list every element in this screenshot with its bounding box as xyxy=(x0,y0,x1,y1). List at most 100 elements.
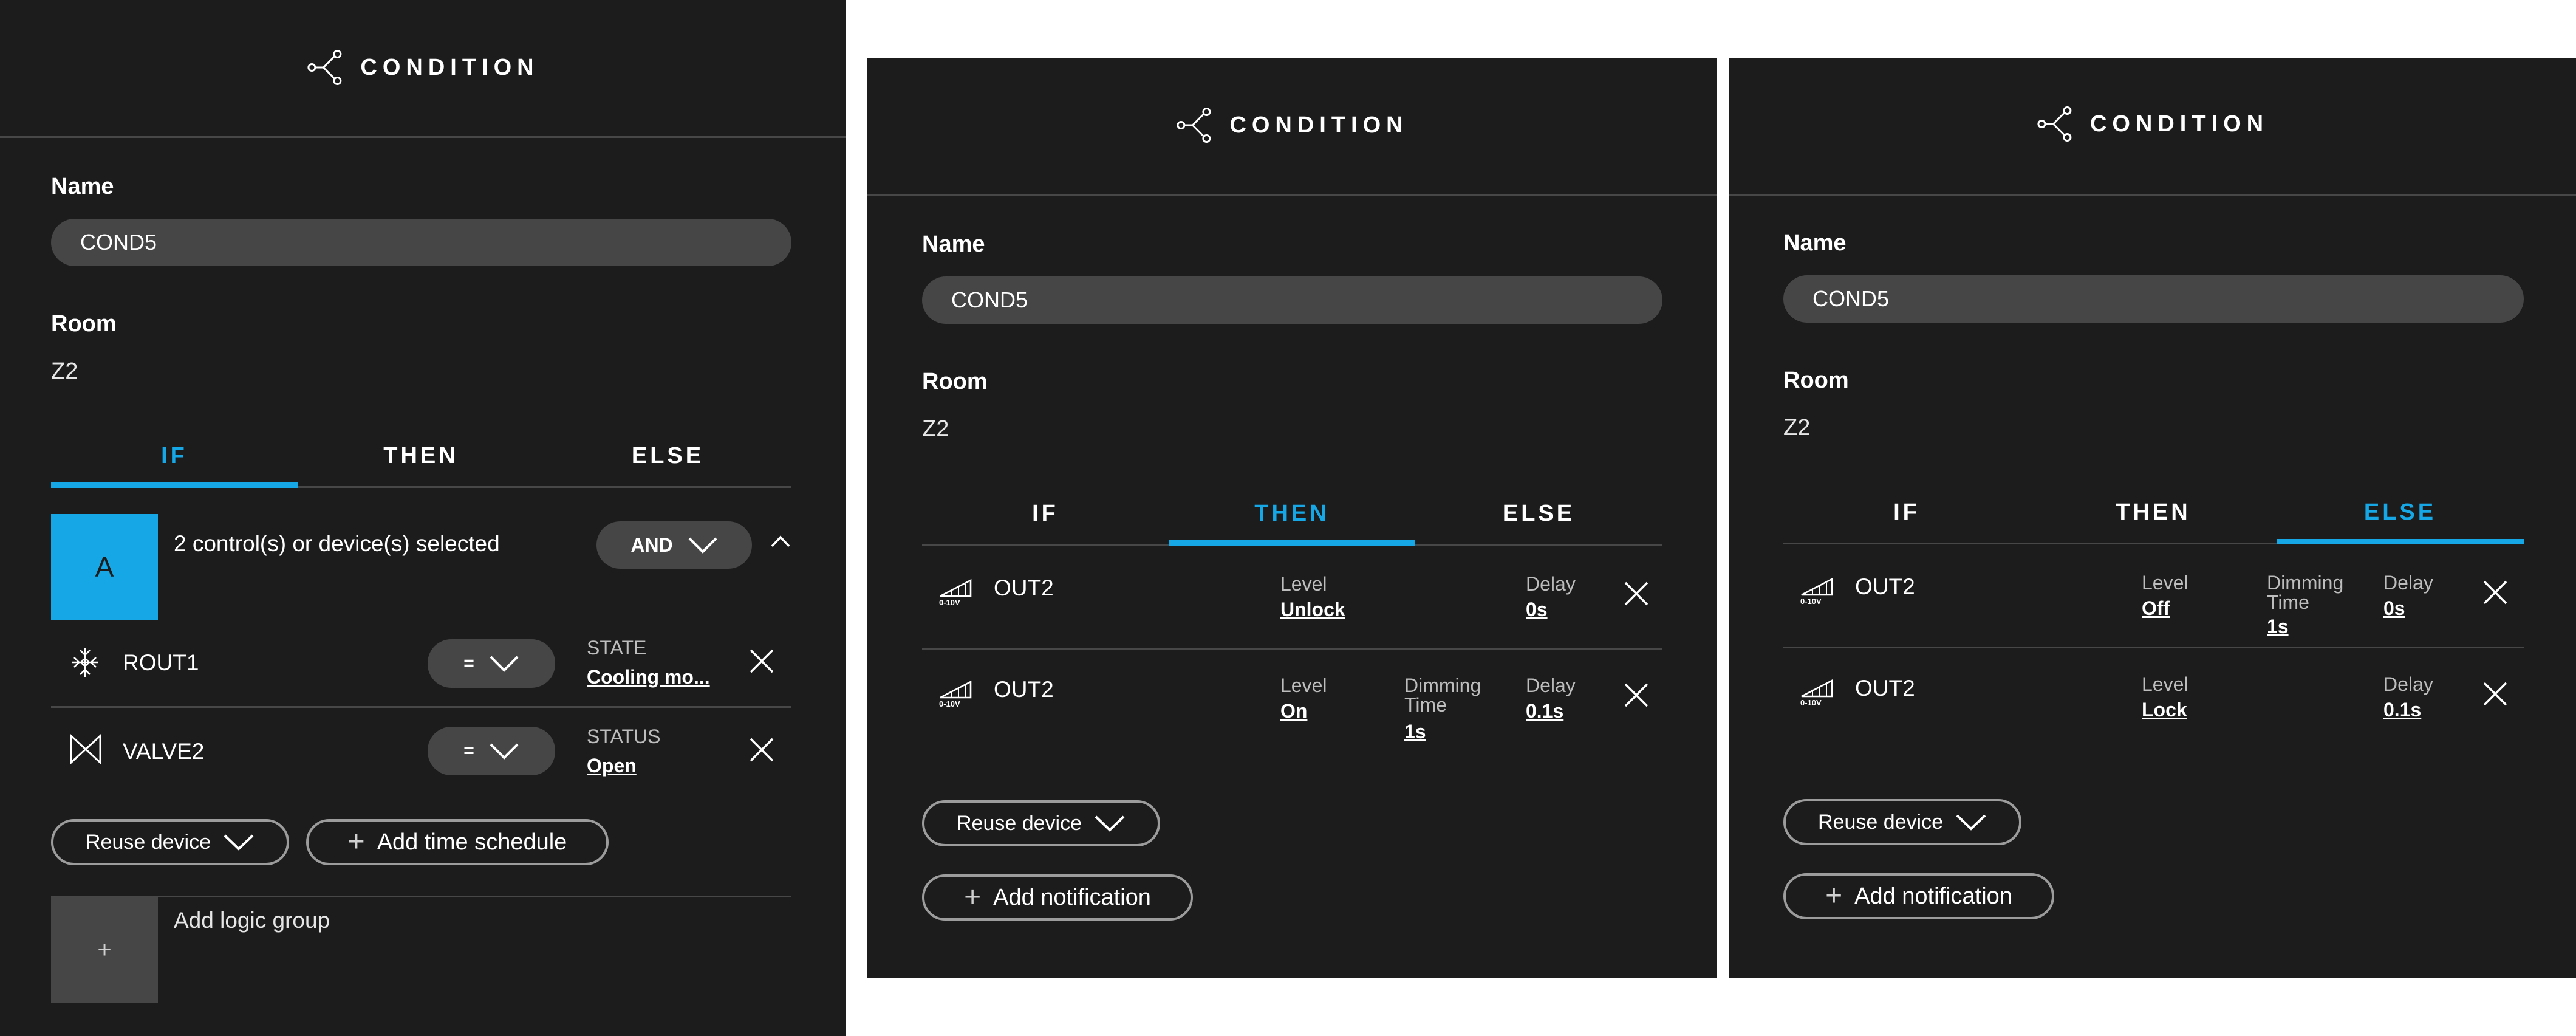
level-label: Level xyxy=(1280,573,1327,595)
close-icon[interactable] xyxy=(1623,580,1650,607)
dimming-value-link[interactable]: 1s xyxy=(2267,616,2289,638)
dimmer-icon-text: 0-10V xyxy=(1800,597,1822,606)
reuse-device-button[interactable]: Reuse device xyxy=(51,819,289,865)
delay-value-link[interactable]: 0s xyxy=(1526,599,1548,621)
reuse-device-label: Reuse device xyxy=(1817,810,1943,834)
reuse-device-label: Reuse device xyxy=(956,811,1082,835)
plus-icon: + xyxy=(1825,880,1843,912)
level-value-link[interactable]: On xyxy=(1280,700,1307,722)
reuse-device-button[interactable]: Reuse device xyxy=(1783,799,2021,845)
chevron-up-icon[interactable] xyxy=(770,535,791,548)
reuse-device-label: Reuse device xyxy=(85,830,211,854)
tab-label: ELSE xyxy=(2363,499,2437,525)
tab-label: ELSE xyxy=(631,442,705,468)
delay-label: Delay xyxy=(1526,674,1576,696)
panel-header: CONDITION xyxy=(1729,58,2576,196)
dimming-label: Dimming Time xyxy=(1404,676,1481,715)
tab-if[interactable]: IF xyxy=(51,425,298,488)
tab-else[interactable]: ELSE xyxy=(1415,483,1662,544)
delay-value-link[interactable]: 0.1s xyxy=(1526,700,1563,722)
state-value-link[interactable]: Cooling mo... xyxy=(587,666,710,688)
branch-icon xyxy=(1177,108,1211,143)
chevron-down-icon xyxy=(688,537,718,554)
dimmer-icon-text: 0-10V xyxy=(939,598,960,607)
tab-then[interactable]: THEN xyxy=(2030,482,2277,543)
delay-label: Delay xyxy=(2383,572,2433,594)
name-label: Name xyxy=(922,232,985,257)
tab-else[interactable]: ELSE xyxy=(2277,482,2524,544)
delay-value-link[interactable]: 0s xyxy=(2383,597,2405,620)
status-label: STATUS xyxy=(587,726,661,747)
level-label: Level xyxy=(2142,572,2188,594)
delay-label: Delay xyxy=(2383,673,2433,695)
add-notification-button[interactable]: + Add notification xyxy=(922,874,1193,921)
logic-operator-dropdown[interactable]: AND xyxy=(596,521,752,569)
device-name: OUT2 xyxy=(1855,676,1915,701)
name-input[interactable] xyxy=(1783,275,2524,323)
room-label: Room xyxy=(922,369,988,394)
name-input[interactable] xyxy=(51,219,791,266)
room-label: Room xyxy=(1783,368,1849,393)
name-input[interactable] xyxy=(922,276,1662,324)
comparator-value: = xyxy=(463,653,474,673)
level-value-link[interactable]: Off xyxy=(2142,597,2170,620)
add-notification-label: Add notification xyxy=(1854,883,2012,909)
condition-row: ROUT1 = STATE Cooling mo... xyxy=(51,620,791,708)
tab-then[interactable]: THEN xyxy=(1169,483,1415,546)
condition-panel-else: CONDITION Name Room Z2 IF THEN ELSE 0-10… xyxy=(1729,58,2576,978)
close-icon[interactable] xyxy=(2482,681,2509,707)
delay-label: Delay xyxy=(1526,573,1576,595)
panel-header: CONDITION xyxy=(867,58,1717,196)
tab-if[interactable]: IF xyxy=(922,483,1169,544)
action-row: 0-10V OUT2 Level Lock Delay 0.1s xyxy=(1783,647,2524,750)
panel-header: CONDITION xyxy=(0,0,846,138)
tab-then[interactable]: THEN xyxy=(298,425,544,486)
close-icon[interactable] xyxy=(2482,579,2509,606)
dimming-value-link[interactable]: 1s xyxy=(1404,721,1426,743)
tab-label: IF xyxy=(1893,499,1920,525)
add-logic-group-tile[interactable]: + xyxy=(51,897,158,1003)
dimmer-0-10v-icon: 0-10V xyxy=(1800,577,1836,607)
close-icon[interactable] xyxy=(748,736,775,763)
dimming-label-line2: Time xyxy=(1404,694,1447,716)
level-value-link[interactable]: Unlock xyxy=(1280,599,1345,621)
divider xyxy=(51,896,791,897)
room-value: Z2 xyxy=(922,416,949,442)
close-icon[interactable] xyxy=(748,648,775,674)
action-row: 0-10V OUT2 Level Unlock Delay 0s xyxy=(922,546,1662,650)
add-notification-button[interactable]: + Add notification xyxy=(1783,873,2054,919)
tab-else[interactable]: ELSE xyxy=(544,425,791,486)
device-name: OUT2 xyxy=(994,575,1054,600)
device-name: OUT2 xyxy=(1855,574,1915,599)
comparator-dropdown[interactable]: = xyxy=(428,639,555,688)
state-label: STATE xyxy=(587,637,647,659)
dimming-label-line1: Dimming xyxy=(2267,572,2344,594)
tab-label: IF xyxy=(1032,500,1059,526)
dimming-label: Dimming Time xyxy=(2267,573,2343,612)
reuse-device-button[interactable]: Reuse device xyxy=(922,800,1160,846)
status-value-link[interactable]: Open xyxy=(587,755,637,777)
add-notification-label: Add notification xyxy=(993,884,1151,910)
header-title-wrap: CONDITION xyxy=(1175,106,1408,144)
name-label: Name xyxy=(51,174,114,199)
add-time-schedule-button[interactable]: + Add time schedule xyxy=(306,819,609,865)
dimmer-icon-text: 0-10V xyxy=(939,699,960,708)
device-name: ROUT1 xyxy=(123,650,199,675)
add-logic-group-label[interactable]: Add logic group xyxy=(174,908,330,933)
logic-group-badge[interactable]: A xyxy=(51,514,158,620)
chevron-down-icon xyxy=(489,655,519,672)
comparator-dropdown[interactable]: = xyxy=(428,727,555,775)
level-label: Level xyxy=(1280,674,1327,696)
plus-icon: + xyxy=(964,881,982,913)
chevron-down-icon xyxy=(489,743,519,760)
logic-group-letter: A xyxy=(95,551,114,583)
header-title-wrap: CONDITION xyxy=(2036,105,2269,143)
level-value-link[interactable]: Lock xyxy=(2142,699,2187,721)
name-label: Name xyxy=(1783,230,1847,256)
tab-if[interactable]: IF xyxy=(1783,482,2030,543)
delay-value-link[interactable]: 0.1s xyxy=(2383,699,2421,721)
panel-title: CONDITION xyxy=(1229,112,1409,138)
tab-label: IF xyxy=(161,442,188,468)
panel-title: CONDITION xyxy=(360,54,539,80)
close-icon[interactable] xyxy=(1623,682,1650,708)
